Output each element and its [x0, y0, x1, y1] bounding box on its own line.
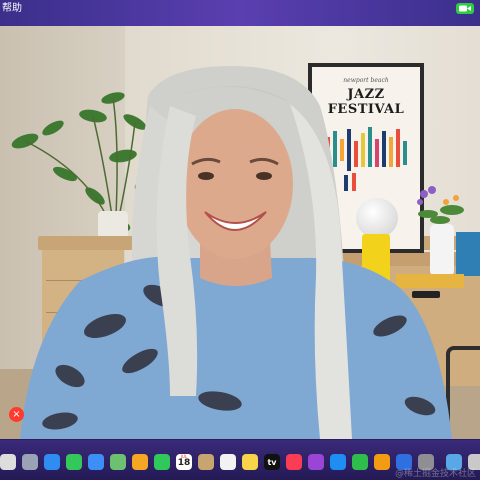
close-icon[interactable]: ×: [9, 407, 24, 422]
mail-icon[interactable]: [88, 454, 104, 470]
podcasts-icon[interactable]: [308, 454, 324, 470]
tv-label: tv: [267, 457, 277, 467]
person: [20, 66, 452, 439]
maps-icon[interactable]: [110, 454, 126, 470]
facetime-icon[interactable]: [154, 454, 170, 470]
watermark: @稀土掘金技术社区: [394, 469, 476, 479]
launchpad-icon[interactable]: [22, 454, 38, 470]
calendar-day: 18: [177, 458, 191, 468]
calendar-icon[interactable]: JUL 18: [176, 454, 192, 470]
notes-icon[interactable]: [242, 454, 258, 470]
safari-icon[interactable]: [44, 454, 60, 470]
finder-icon[interactable]: [0, 454, 16, 470]
video-feed: newport beach JAZZ FESTIVAL: [0, 26, 480, 439]
messages-icon[interactable]: [66, 454, 82, 470]
menu-bar: 帮助: [0, 0, 480, 26]
numbers-icon[interactable]: [352, 454, 368, 470]
app-store-icon[interactable]: [330, 454, 346, 470]
contacts-icon[interactable]: [198, 454, 214, 470]
tv-icon[interactable]: tv: [264, 454, 280, 470]
menu-item-help[interactable]: 帮助: [2, 1, 22, 17]
photos-icon[interactable]: [132, 454, 148, 470]
pages-icon[interactable]: [374, 454, 390, 470]
video-camera-icon[interactable]: [456, 3, 474, 14]
music-icon[interactable]: [286, 454, 302, 470]
reminders-icon[interactable]: [220, 454, 236, 470]
